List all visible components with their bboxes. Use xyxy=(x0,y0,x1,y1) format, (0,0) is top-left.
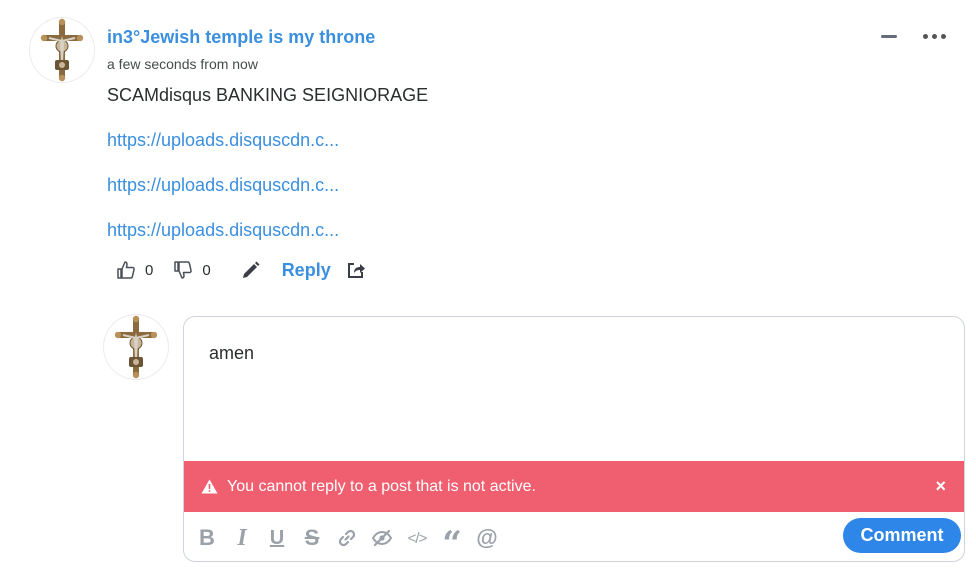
edit-button[interactable] xyxy=(241,260,261,280)
code-icon[interactable]: </> xyxy=(406,525,428,551)
mention-icon[interactable]: @ xyxy=(476,525,498,551)
comment-submit-button[interactable]: Comment xyxy=(843,518,961,553)
strikethrough-icon[interactable]: S xyxy=(301,525,323,551)
thumbs-down-icon xyxy=(174,261,193,279)
disqus-comment-page: in3°Jewish temple is my throne a few sec… xyxy=(0,0,976,570)
downvote-button[interactable]: 0 xyxy=(173,260,211,280)
comment-header-controls xyxy=(881,26,946,46)
author-avatar[interactable] xyxy=(30,18,94,82)
spoiler-icon[interactable] xyxy=(371,525,393,551)
italic-icon[interactable]: I xyxy=(231,525,253,551)
comment-link[interactable]: https://uploads.disquscdn.c... xyxy=(107,130,339,150)
pencil-icon xyxy=(242,261,260,278)
error-alert: You cannot reply to a post that is not a… xyxy=(184,461,964,512)
warning-icon xyxy=(201,479,218,494)
share-button[interactable] xyxy=(346,260,366,280)
comment-actions: 0 0 Reply xyxy=(116,257,366,283)
share-icon xyxy=(347,263,365,278)
underline-icon[interactable]: U xyxy=(266,525,288,551)
close-icon[interactable]: × xyxy=(935,475,946,497)
comment-link[interactable]: https://uploads.disquscdn.c... xyxy=(107,175,339,195)
upvote-button[interactable]: 0 xyxy=(116,260,153,280)
upvote-count: 0 xyxy=(145,261,154,279)
comment-text-line: SCAMdisqus BANKING SEIGNIORAGE xyxy=(107,85,429,105)
minus-icon[interactable] xyxy=(881,26,897,46)
comment-author-name[interactable]: in3°Jewish temple is my throne xyxy=(107,25,375,49)
reply-avatar[interactable] xyxy=(104,315,168,379)
reply-textarea[interactable]: amen xyxy=(209,343,254,364)
thumbs-up-icon xyxy=(117,261,135,279)
link-icon[interactable] xyxy=(336,525,358,551)
reply-button[interactable]: Reply xyxy=(282,260,331,281)
format-toolbar: B I U S </> “ @ xyxy=(196,523,498,562)
comment-link[interactable]: https://uploads.disquscdn.c... xyxy=(107,220,339,240)
more-dots-icon[interactable] xyxy=(923,28,946,45)
downvote-count: 0 xyxy=(202,261,211,279)
bold-icon[interactable]: B xyxy=(196,525,218,551)
reply-editor: amen You cannot reply to a post that is … xyxy=(183,316,965,562)
comment-timestamp[interactable]: a few seconds from now xyxy=(107,54,258,74)
crucifix-icon xyxy=(114,315,158,379)
crucifix-icon xyxy=(40,18,84,82)
error-message: You cannot reply to a post that is not a… xyxy=(227,477,536,495)
quote-icon[interactable]: “ xyxy=(441,525,463,561)
comment-body: SCAMdisqus BANKING SEIGNIORAGE https://u… xyxy=(107,84,428,264)
